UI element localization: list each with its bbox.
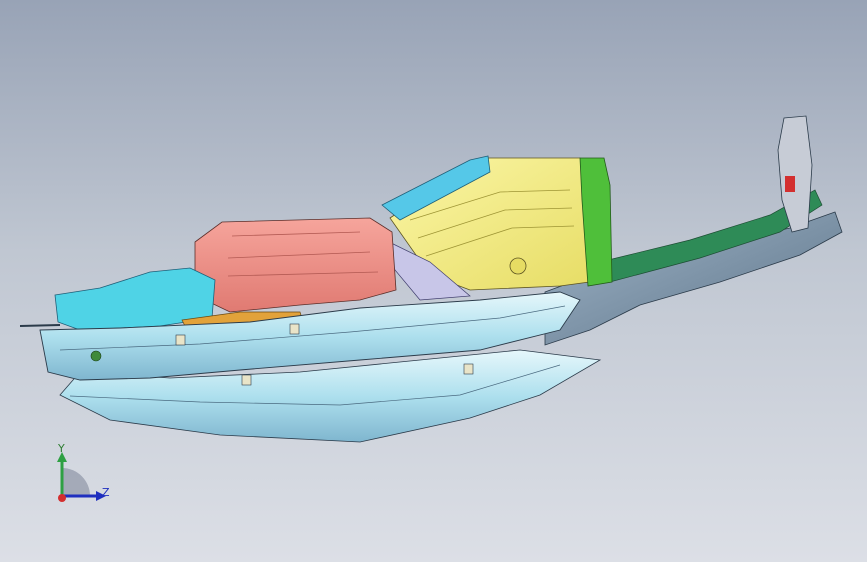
- triad-origin-quadrant: [62, 468, 90, 496]
- floor-tunnel[interactable]: [194, 217, 397, 313]
- floor-drain-hole: [509, 257, 527, 275]
- vehicle-underbody-model[interactable]: [0, 0, 867, 562]
- triad-y-label: Y: [58, 442, 65, 455]
- triad-z-label: Z: [102, 486, 110, 499]
- triad-x-axis: [58, 494, 66, 502]
- front-stud: [19, 324, 61, 327]
- sill-access-hole: [90, 350, 102, 362]
- pillar-red-patch: [785, 176, 795, 192]
- cad-viewport[interactable]: Y Z: [0, 0, 867, 562]
